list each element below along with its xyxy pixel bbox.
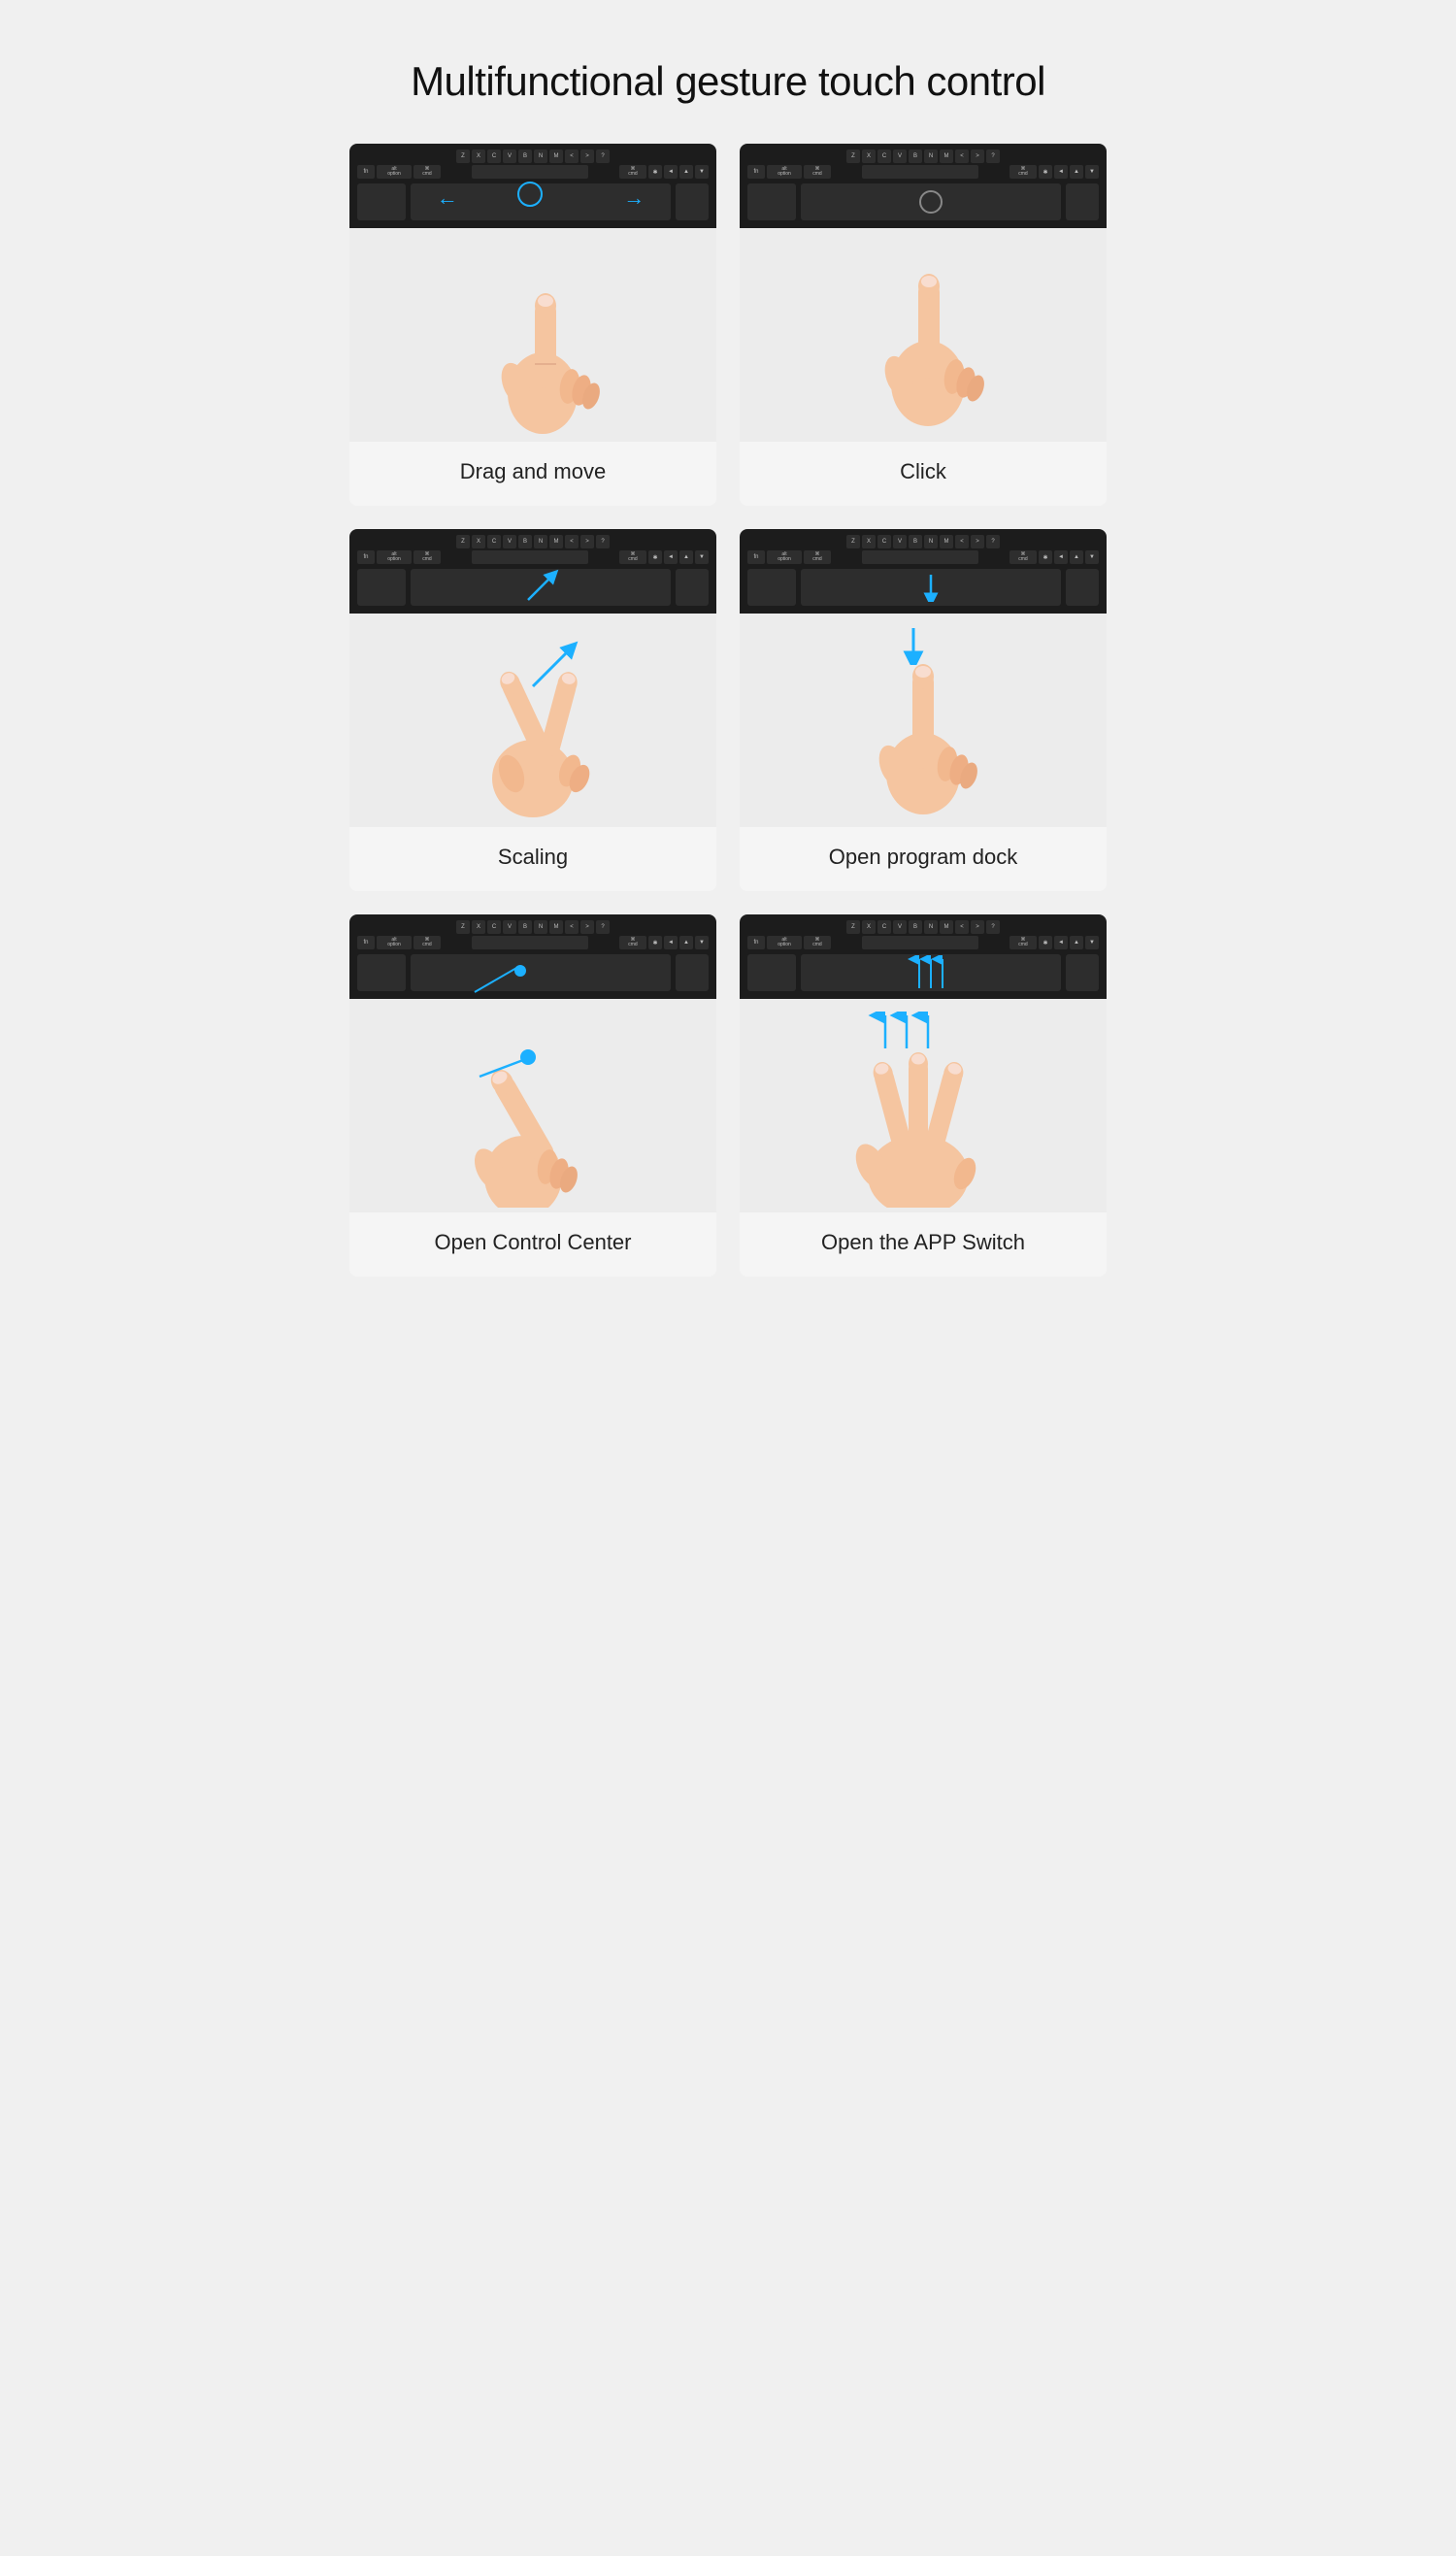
- hand-dock-svg: [826, 618, 1020, 822]
- hand-appswitch-svg: [811, 1004, 1035, 1208]
- keyboard-scaling: ZXC VBN M<> ? fn altoption ⌘cmd ⌘cmd ✱ ◄…: [349, 529, 716, 614]
- gesture-card-click: ZXC VBN M<> ? fn altoption ⌘cmd ⌘cmd ✱ ◄…: [740, 144, 1107, 506]
- keyboard-drag: ZXC VBN M<> ? fn altoption ⌘cmd ⌘cmd ✱ ◄…: [349, 144, 716, 228]
- hand-drag-svg: [436, 233, 630, 437]
- gesture-card-control: ZXC VBN M<> ? fn altoption ⌘cmd ⌘cmd ✱ ◄…: [349, 914, 716, 1277]
- gesture-label-click: Click: [740, 442, 1107, 506]
- gesture-label-appswitch: Open the APP Switch: [740, 1212, 1107, 1277]
- gesture-label-scaling: Scaling: [349, 827, 716, 891]
- keyboard-click: ZXC VBN M<> ? fn altoption ⌘cmd ⌘cmd ✱ ◄…: [740, 144, 1107, 228]
- keyboard-appswitch: ZXC VBN M<> ? fn altoption ⌘cmd ⌘cmd ✱ ◄…: [740, 914, 1107, 999]
- page-title: Multifunctional gesture touch control: [411, 58, 1045, 105]
- hand-scaling-svg: [426, 618, 640, 822]
- gesture-label-control: Open Control Center: [349, 1212, 716, 1277]
- gesture-card-scaling: ZXC VBN M<> ? fn altoption ⌘cmd ⌘cmd ✱ ◄…: [349, 529, 716, 891]
- keyboard-control: ZXC VBN M<> ? fn altoption ⌘cmd ⌘cmd ✱ ◄…: [349, 914, 716, 999]
- hand-control-svg: [426, 1004, 640, 1208]
- gesture-grid: ZXC VBN M<> ? fn altoption ⌘cmd ⌘cmd ✱ ◄…: [320, 144, 1136, 1335]
- gesture-card-appswitch: ZXC VBN M<> ? fn altoption ⌘cmd ⌘cmd ✱ ◄…: [740, 914, 1107, 1277]
- gesture-card-dock: ZXC VBN M<> ? fn altoption ⌘cmd ⌘cmd ✱ ◄…: [740, 529, 1107, 891]
- keyboard-dock: ZXC VBN M<> ? fn altoption ⌘cmd ⌘cmd ✱ ◄…: [740, 529, 1107, 614]
- gesture-label-dock: Open program dock: [740, 827, 1107, 891]
- hand-click-svg: [826, 233, 1020, 437]
- gesture-card-drag: ZXC VBN M<> ? fn altoption ⌘cmd ⌘cmd ✱ ◄…: [349, 144, 716, 506]
- gesture-label-drag: Drag and move: [349, 442, 716, 506]
